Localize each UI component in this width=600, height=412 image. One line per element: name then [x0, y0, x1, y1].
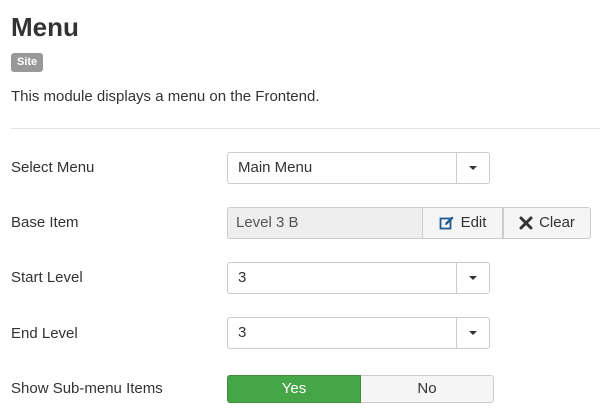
base-item-label: Base Item: [11, 214, 79, 231]
end-level-toggle[interactable]: [456, 318, 489, 348]
edit-button[interactable]: Edit: [422, 207, 503, 239]
end-level-value: 3: [238, 324, 247, 341]
divider: [11, 128, 600, 129]
edit-button-label: Edit: [460, 214, 487, 231]
module-settings-page: Menu Site This module displays a menu on…: [0, 0, 600, 412]
chevron-down-icon: [469, 166, 477, 170]
end-level-dropdown[interactable]: 3: [227, 317, 490, 349]
base-item-field: Level 3 B: [227, 207, 423, 239]
select-menu-dropdown[interactable]: Main Menu: [227, 152, 490, 184]
start-level-dropdown[interactable]: 3: [227, 262, 490, 294]
close-icon: [519, 216, 533, 230]
start-level-label: Start Level: [11, 269, 83, 286]
select-menu-label: Select Menu: [11, 159, 95, 176]
select-menu-toggle[interactable]: [456, 153, 489, 183]
show-submenu-no-button[interactable]: No: [361, 375, 494, 403]
edit-icon: [439, 216, 454, 230]
clear-button[interactable]: Clear: [503, 207, 591, 239]
clear-button-label: Clear: [539, 214, 575, 231]
start-level-value: 3: [238, 269, 247, 286]
site-badge: Site: [11, 53, 44, 72]
show-submenu-label: Show Sub-menu Items: [11, 380, 163, 397]
base-item-value: Level 3 B: [236, 214, 299, 231]
show-submenu-yes-button[interactable]: Yes: [227, 375, 361, 403]
end-level-label: End Level: [11, 325, 78, 342]
select-menu-value: Main Menu: [238, 159, 313, 176]
chevron-down-icon: [469, 331, 477, 335]
page-title: Menu: [11, 12, 79, 42]
chevron-down-icon: [469, 276, 477, 280]
module-description: This module displays a menu on the Front…: [11, 88, 320, 105]
start-level-toggle[interactable]: [456, 263, 489, 293]
